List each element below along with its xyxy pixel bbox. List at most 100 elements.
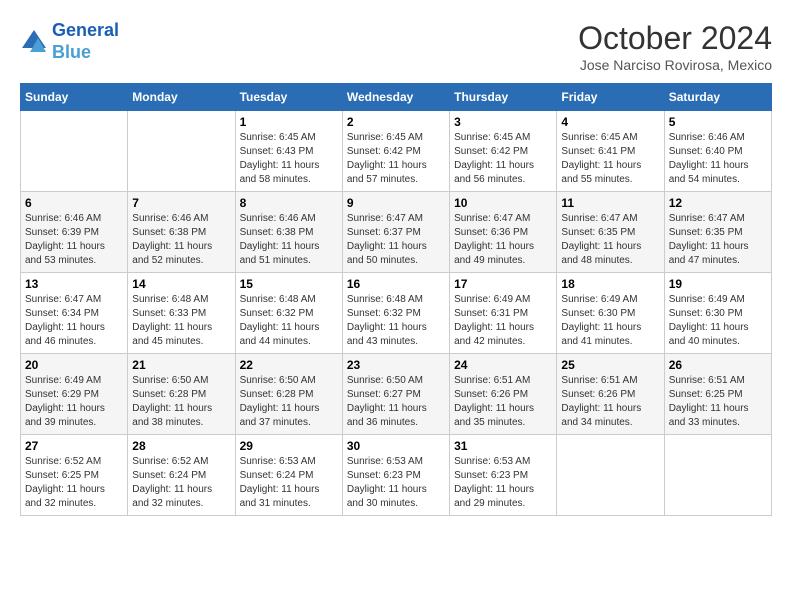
day-info: Sunrise: 6:49 AM Sunset: 6:30 PM Dayligh… (669, 293, 767, 349)
week-row-1: 1Sunrise: 6:45 AM Sunset: 6:43 PM Daylig… (21, 111, 772, 192)
day-info: Sunrise: 6:49 AM Sunset: 6:30 PM Dayligh… (561, 293, 659, 349)
day-number: 28 (132, 439, 230, 453)
day-info: Sunrise: 6:51 AM Sunset: 6:26 PM Dayligh… (454, 374, 552, 430)
day-number: 20 (25, 358, 123, 372)
day-info: Sunrise: 6:52 AM Sunset: 6:25 PM Dayligh… (25, 455, 123, 511)
day-info: Sunrise: 6:51 AM Sunset: 6:26 PM Dayligh… (561, 374, 659, 430)
page-header: General Blue October 2024 Jose Narciso R… (20, 20, 772, 73)
calendar-cell: 31 Sunrise: 6:53 AM Sunset: 6:23 PM Dayli… (450, 435, 557, 516)
day-number: 1 (240, 115, 338, 129)
day-info: Sunrise: 6:50 AM Sunset: 6:28 PM Dayligh… (132, 374, 230, 430)
calendar-cell: 7 Sunrise: 6:46 AM Sunset: 6:38 PM Daylig… (128, 192, 235, 273)
header-day-friday: Friday (557, 84, 664, 111)
day-info: Sunrise: 6:50 AM Sunset: 6:28 PM Dayligh… (240, 374, 338, 430)
day-number: 23 (347, 358, 445, 372)
day-number: 17 (454, 277, 552, 291)
day-info: Sunrise: 6:53 AM Sunset: 6:23 PM Dayligh… (347, 455, 445, 511)
day-number: 25 (561, 358, 659, 372)
day-number: 26 (669, 358, 767, 372)
header-day-saturday: Saturday (664, 84, 771, 111)
calendar-cell: 13 Sunrise: 6:47 AM Sunset: 6:34 PM Dayli… (21, 273, 128, 354)
logo-line2: Blue (52, 42, 91, 62)
day-info: Sunrise: 6:49 AM Sunset: 6:31 PM Dayligh… (454, 293, 552, 349)
logo-text: General Blue (52, 20, 119, 63)
day-number: 14 (132, 277, 230, 291)
calendar-cell: 6Sunrise: 6:46 AM Sunset: 6:39 PM Daylig… (21, 192, 128, 273)
calendar-cell: 28 Sunrise: 6:52 AM Sunset: 6:24 PM Dayli… (128, 435, 235, 516)
day-number: 6 (25, 196, 123, 210)
calendar-cell: 4Sunrise: 6:45 AM Sunset: 6:41 PM Daylig… (557, 111, 664, 192)
day-info: Sunrise: 6:46 AM Sunset: 6:38 PM Dayligh… (132, 212, 230, 268)
calendar-cell: 14 Sunrise: 6:48 AM Sunset: 6:33 PM Dayli… (128, 273, 235, 354)
calendar-cell: 1Sunrise: 6:45 AM Sunset: 6:43 PM Daylig… (235, 111, 342, 192)
day-number: 22 (240, 358, 338, 372)
calendar-cell: 3 Sunrise: 6:45 AM Sunset: 6:42 PM Daylig… (450, 111, 557, 192)
calendar-cell: 12 Sunrise: 6:47 AM Sunset: 6:35 PM Dayli… (664, 192, 771, 273)
calendar-cell: 11 Sunrise: 6:47 AM Sunset: 6:35 PM Dayli… (557, 192, 664, 273)
calendar-cell: 16Sunrise: 6:48 AM Sunset: 6:32 PM Dayli… (342, 273, 449, 354)
calendar-cell: 5Sunrise: 6:46 AM Sunset: 6:40 PM Daylig… (664, 111, 771, 192)
logo: General Blue (20, 20, 119, 63)
day-number: 2 (347, 115, 445, 129)
calendar-cell (21, 111, 128, 192)
calendar-header: SundayMondayTuesdayWednesdayThursdayFrid… (21, 84, 772, 111)
day-info: Sunrise: 6:47 AM Sunset: 6:34 PM Dayligh… (25, 293, 123, 349)
day-number: 3 (454, 115, 552, 129)
header-day-thursday: Thursday (450, 84, 557, 111)
day-number: 29 (240, 439, 338, 453)
calendar-cell: 20 Sunrise: 6:49 AM Sunset: 6:29 PM Dayli… (21, 354, 128, 435)
day-info: Sunrise: 6:45 AM Sunset: 6:42 PM Dayligh… (347, 131, 445, 187)
calendar-cell: 22 Sunrise: 6:50 AM Sunset: 6:28 PM Dayli… (235, 354, 342, 435)
day-number: 27 (25, 439, 123, 453)
day-number: 19 (669, 277, 767, 291)
day-info: Sunrise: 6:47 AM Sunset: 6:35 PM Dayligh… (669, 212, 767, 268)
day-info: Sunrise: 6:49 AM Sunset: 6:29 PM Dayligh… (25, 374, 123, 430)
calendar-cell: 18 Sunrise: 6:49 AM Sunset: 6:30 PM Dayli… (557, 273, 664, 354)
calendar-cell: 10 Sunrise: 6:47 AM Sunset: 6:36 PM Dayli… (450, 192, 557, 273)
calendar-cell: 26 Sunrise: 6:51 AM Sunset: 6:25 PM Dayli… (664, 354, 771, 435)
day-info: Sunrise: 6:47 AM Sunset: 6:37 PM Dayligh… (347, 212, 445, 268)
calendar-body: 1Sunrise: 6:45 AM Sunset: 6:43 PM Daylig… (21, 111, 772, 516)
week-row-2: 6Sunrise: 6:46 AM Sunset: 6:39 PM Daylig… (21, 192, 772, 273)
calendar-cell: 8Sunrise: 6:46 AM Sunset: 6:38 PM Daylig… (235, 192, 342, 273)
day-number: 15 (240, 277, 338, 291)
week-row-5: 27 Sunrise: 6:52 AM Sunset: 6:25 PM Dayli… (21, 435, 772, 516)
day-info: Sunrise: 6:48 AM Sunset: 6:33 PM Dayligh… (132, 293, 230, 349)
day-info: Sunrise: 6:52 AM Sunset: 6:24 PM Dayligh… (132, 455, 230, 511)
header-row: SundayMondayTuesdayWednesdayThursdayFrid… (21, 84, 772, 111)
day-number: 30 (347, 439, 445, 453)
day-number: 8 (240, 196, 338, 210)
day-number: 13 (25, 277, 123, 291)
day-number: 7 (132, 196, 230, 210)
day-info: Sunrise: 6:45 AM Sunset: 6:42 PM Dayligh… (454, 131, 552, 187)
calendar-cell: 29Sunrise: 6:53 AM Sunset: 6:24 PM Dayli… (235, 435, 342, 516)
day-number: 18 (561, 277, 659, 291)
header-day-tuesday: Tuesday (235, 84, 342, 111)
logo-icon (20, 28, 48, 56)
calendar-cell: 17 Sunrise: 6:49 AM Sunset: 6:31 PM Dayli… (450, 273, 557, 354)
calendar-cell: 24 Sunrise: 6:51 AM Sunset: 6:26 PM Dayli… (450, 354, 557, 435)
day-number: 10 (454, 196, 552, 210)
calendar-cell (664, 435, 771, 516)
day-info: Sunrise: 6:47 AM Sunset: 6:36 PM Dayligh… (454, 212, 552, 268)
day-number: 11 (561, 196, 659, 210)
calendar-cell: 30 Sunrise: 6:53 AM Sunset: 6:23 PM Dayli… (342, 435, 449, 516)
calendar-cell (557, 435, 664, 516)
day-number: 31 (454, 439, 552, 453)
day-info: Sunrise: 6:51 AM Sunset: 6:25 PM Dayligh… (669, 374, 767, 430)
location: Jose Narciso Rovirosa, Mexico (578, 57, 772, 73)
logo-line1: General (52, 20, 119, 40)
day-info: Sunrise: 6:53 AM Sunset: 6:23 PM Dayligh… (454, 455, 552, 511)
day-number: 24 (454, 358, 552, 372)
calendar-cell: 9Sunrise: 6:47 AM Sunset: 6:37 PM Daylig… (342, 192, 449, 273)
day-info: Sunrise: 6:50 AM Sunset: 6:27 PM Dayligh… (347, 374, 445, 430)
week-row-3: 13 Sunrise: 6:47 AM Sunset: 6:34 PM Dayli… (21, 273, 772, 354)
calendar-cell: 19 Sunrise: 6:49 AM Sunset: 6:30 PM Dayli… (664, 273, 771, 354)
day-number: 21 (132, 358, 230, 372)
week-row-4: 20 Sunrise: 6:49 AM Sunset: 6:29 PM Dayli… (21, 354, 772, 435)
calendar-table: SundayMondayTuesdayWednesdayThursdayFrid… (20, 83, 772, 516)
day-number: 4 (561, 115, 659, 129)
day-number: 5 (669, 115, 767, 129)
day-number: 12 (669, 196, 767, 210)
day-info: Sunrise: 6:47 AM Sunset: 6:35 PM Dayligh… (561, 212, 659, 268)
